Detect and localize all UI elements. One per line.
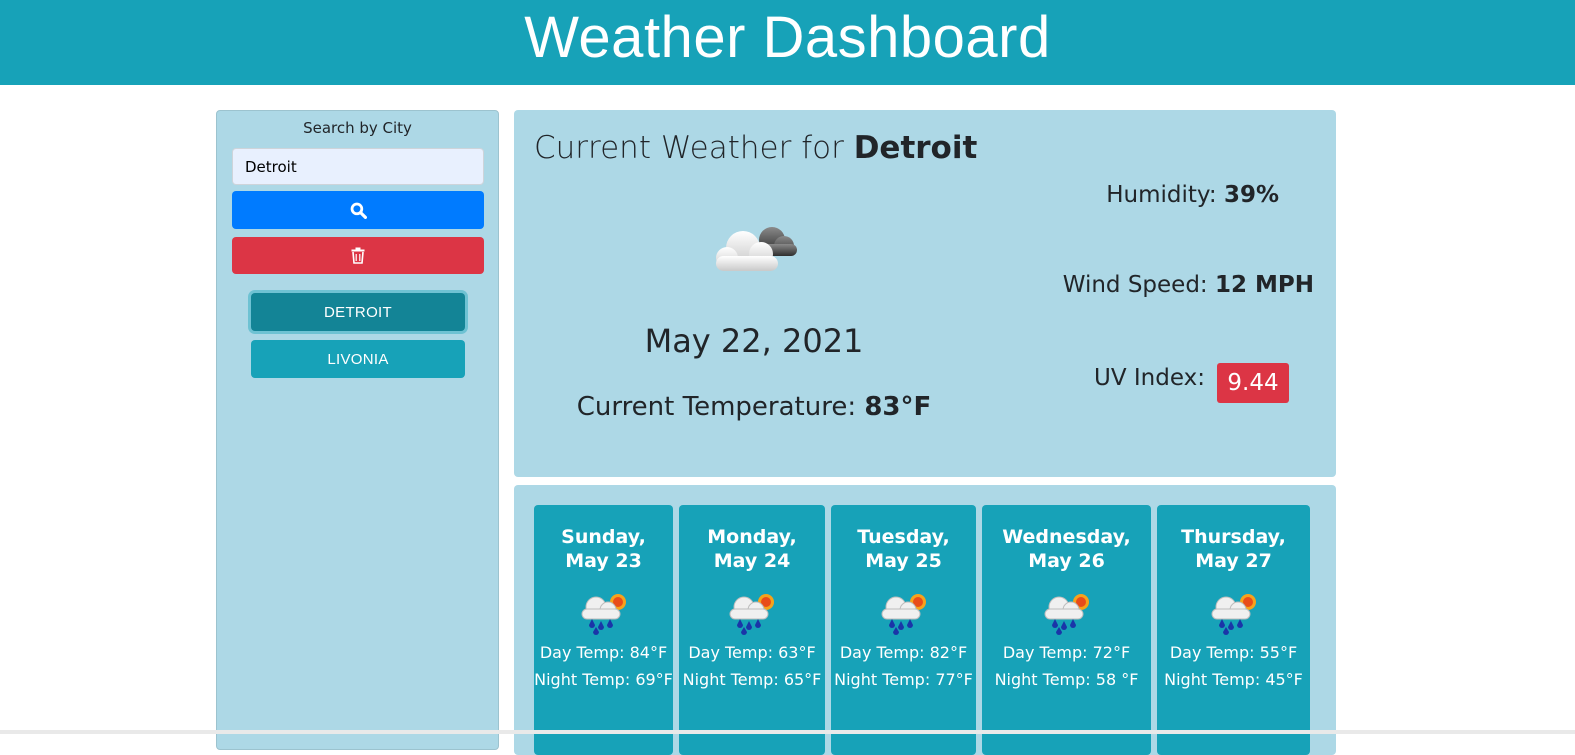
forecast-date: Tuesday, May 25 (857, 526, 950, 572)
rain-sun-icon (881, 594, 926, 635)
clear-history-button[interactable] (232, 237, 484, 274)
current-temperature: Current Temperature: 83°F (576, 392, 932, 422)
forecast-card: Monday, May 24 Day Temp: 63°F Night Temp:… (679, 505, 825, 755)
forecast-day-temp: Day Temp: 63°F (688, 643, 816, 662)
search-title: Search by City (303, 119, 412, 137)
city-search-input[interactable] (232, 148, 484, 185)
forecast-night-temp: Night Temp: 65°F (682, 670, 822, 689)
forecast-date: Wednesday, May 26 (1002, 526, 1131, 572)
search-button[interactable] (232, 191, 484, 229)
current-date: May 22, 2021 (644, 322, 864, 360)
forecast-card: Sunday, May 23 Day Temp: 84°F Night Temp:… (534, 505, 673, 755)
current-weather-title: Current Weather for Detroit (534, 130, 978, 166)
history-city-detroit[interactable]: DETROIT (251, 293, 465, 331)
forecast-night-temp: Night Temp: 69°F (534, 670, 673, 689)
cloudy-icon (716, 227, 797, 271)
page-header: Weather Dashboard (0, 0, 1575, 85)
uv-index-badge: 9.44 (1217, 363, 1289, 403)
window-bottom-edge (0, 730, 1575, 734)
wind-speed-stat: Wind Speed: 12 MPH (1062, 272, 1314, 298)
current-weather-panel: Current Weather for Detroit May 22, 2021… (514, 110, 1336, 477)
forecast-night-temp: Night Temp: 45°F (1164, 670, 1303, 689)
forecast-date: Thursday, May 27 (1181, 526, 1286, 572)
forecast-night-temp: Night Temp: 58 °F (994, 670, 1139, 689)
forecast-date: Monday, May 24 (707, 526, 797, 572)
rain-sun-icon (1044, 594, 1089, 635)
forecast-day-temp: Day Temp: 55°F (1169, 643, 1298, 662)
rain-sun-icon (1211, 594, 1256, 635)
forecast-panel: Sunday, May 23 Day Temp: 84°F Night Temp:… (514, 485, 1336, 755)
trash-icon (351, 247, 365, 264)
history-city-livonia[interactable]: LIVONIA (251, 340, 465, 378)
forecast-night-temp: Night Temp: 77°F (834, 670, 973, 689)
forecast-card: Wednesday, May 26 Day Temp: 72°F Night Te… (982, 505, 1151, 755)
rain-sun-icon (581, 594, 626, 635)
forecast-card: Tuesday, May 25 Day Temp: 82°F Night Temp… (831, 505, 976, 755)
forecast-day-temp: Day Temp: 72°F (1002, 643, 1131, 662)
search-icon (350, 202, 367, 219)
forecast-date: Sunday, May 23 (561, 526, 646, 572)
forecast-day-temp: Day Temp: 84°F (539, 643, 668, 662)
uv-index-label: UV Index: (1094, 365, 1205, 391)
page-title: Weather Dashboard (524, 5, 1051, 70)
forecast-day-temp: Day Temp: 82°F (839, 643, 968, 662)
current-city: Detroit (853, 130, 978, 166)
humidity-stat: Humidity: 39% (1106, 182, 1279, 208)
rain-sun-icon (729, 594, 774, 635)
forecast-card: Thursday, May 27 Day Temp: 55°F Night Tem… (1157, 505, 1310, 755)
search-sidebar: Search by City DETROIT LIVONIA (216, 110, 499, 750)
